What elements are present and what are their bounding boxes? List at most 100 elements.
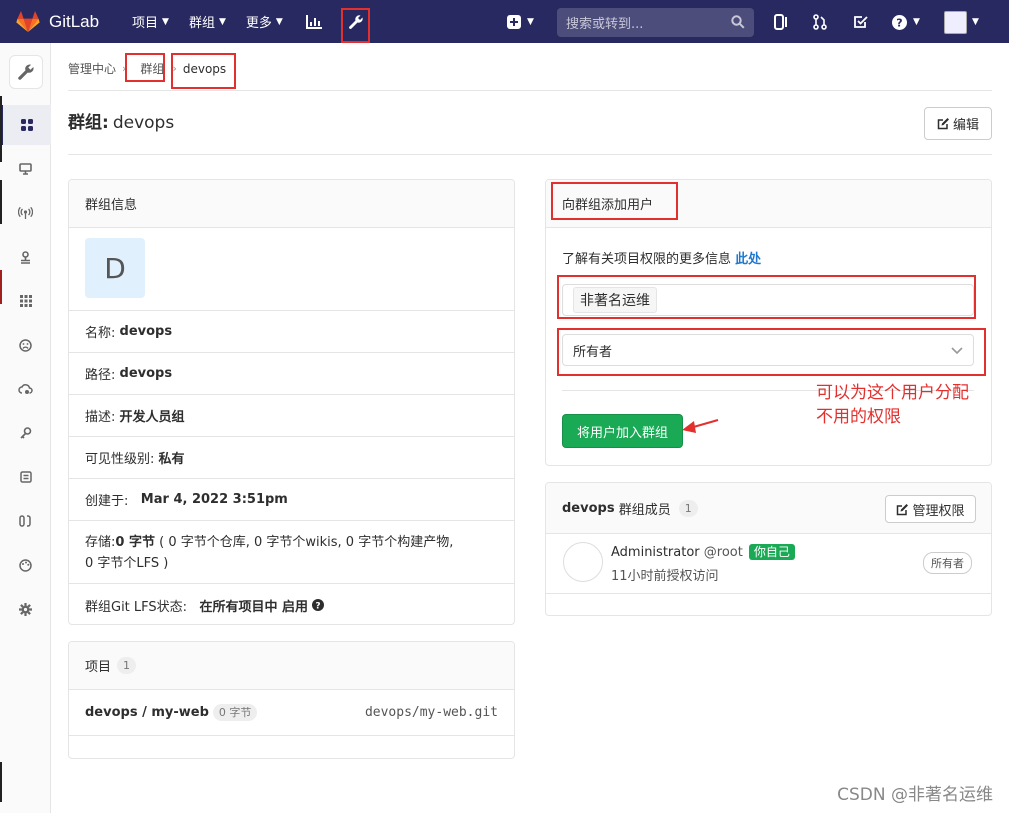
- member-username: @root: [703, 545, 743, 560]
- project-name[interactable]: devops / my-web: [85, 705, 209, 720]
- nav-more[interactable]: 更多 ▼: [246, 0, 283, 43]
- annotation-line-1: 可以为这个用户分配: [816, 383, 969, 403]
- user-select-input[interactable]: 非著名运维: [562, 284, 974, 316]
- sidebar-item-messages[interactable]: [0, 193, 51, 233]
- question-circle-icon[interactable]: ?: [311, 599, 324, 611]
- member-identity: Administrator @root 你自己: [611, 543, 795, 560]
- grid-icon: [21, 119, 33, 131]
- admin-wrench-icon[interactable]: [341, 7, 371, 37]
- member-avatar[interactable]: [563, 542, 603, 582]
- sidebar-admin-avatar[interactable]: [9, 55, 43, 89]
- app-name: GitLab: [49, 11, 100, 31]
- chevron-down-icon: ▼: [527, 17, 534, 27]
- activity-chart-icon[interactable]: [299, 7, 329, 37]
- sidebar-item-service-templates[interactable]: [0, 457, 51, 497]
- annotation-text: 可以为这个用户分配 不用的权限: [816, 381, 969, 429]
- breadcrumb-admin[interactable]: 管理中心: [68, 60, 116, 77]
- issues-icon[interactable]: [774, 7, 788, 37]
- members-count-badge: 1: [678, 499, 698, 517]
- question-circle-icon: ?: [892, 14, 907, 30]
- window-edge: [0, 96, 2, 162]
- breadcrumb-groups[interactable]: 群组: [140, 60, 164, 77]
- sidebar-item-overview[interactable]: [0, 105, 51, 145]
- user-menu-button[interactable]: ▼: [944, 7, 979, 37]
- desc-label: 描述:: [85, 410, 116, 425]
- manage-permissions-label: 管理权限: [912, 503, 965, 519]
- sidebar-item-deploy-keys[interactable]: [0, 413, 51, 453]
- window-edge: [0, 180, 2, 224]
- breadcrumb-current[interactable]: devops: [183, 62, 226, 76]
- watermark: CSDN @非著名运维: [837, 785, 993, 805]
- role-select[interactable]: 所有者: [562, 334, 974, 366]
- annotation-line-2: 不用的权限: [816, 407, 901, 427]
- window-edge: [0, 762, 2, 802]
- sidebar-item-monitoring[interactable]: [0, 149, 51, 189]
- path-value: devops: [119, 366, 173, 381]
- help-text: 了解有关项目权限的更多信息: [562, 252, 732, 267]
- edit-button[interactable]: 编辑: [924, 107, 992, 140]
- nav-projects[interactable]: 项目 ▼: [132, 0, 169, 43]
- gear-icon: [19, 602, 32, 616]
- group-name-row: 名称: devops: [69, 310, 514, 352]
- member-name[interactable]: Administrator: [611, 545, 700, 560]
- labels-icon: [19, 515, 31, 527]
- apps-grid-icon: [19, 295, 32, 307]
- projects-header-label: 项目: [85, 660, 112, 675]
- nav-groups[interactable]: 群组 ▼: [189, 0, 226, 43]
- search-input[interactable]: 搜索或转到...: [557, 8, 754, 37]
- monitor-icon: [19, 163, 32, 175]
- members-header-label: 群组成员: [618, 502, 671, 518]
- sidebar-item-abuse-reports[interactable]: [0, 325, 51, 365]
- gitlab-fox-icon: [16, 10, 40, 32]
- chevron-down-icon: ▼: [162, 16, 169, 27]
- projects-count-badge: 1: [117, 657, 137, 674]
- group-storage-row: 存储:0 字节 ( 0 字节个仓库, 0 字节个wikis, 0 字节个构建产物…: [69, 520, 514, 583]
- project-path: devops/my-web.git: [364, 705, 498, 720]
- add-user-submit-button[interactable]: 将用户加入群组: [562, 414, 683, 448]
- group-avatar: D: [85, 238, 145, 298]
- lfs-value: 在所有项目中 启用: [199, 599, 308, 615]
- breadcrumb: 管理中心 › 群组 › devops: [68, 60, 226, 77]
- visibility-label: 可见性级别:: [85, 452, 155, 467]
- selected-user-token[interactable]: 非著名运维: [573, 287, 657, 313]
- nav-groups-label: 群组: [188, 16, 215, 31]
- chevron-down-icon: ▼: [218, 16, 226, 27]
- storage-detail-lfs: 0 字节个LFS ): [85, 556, 169, 571]
- divider: [68, 154, 992, 155]
- members-group-name: devops: [562, 500, 615, 516]
- top-navbar: GitLab 项目 ▼ 群组 ▼ 更多 ▼ 搜索或转到... ▼ ? ▼ ▼: [0, 0, 1009, 43]
- gitlab-logo[interactable]: GitLab: [16, 10, 120, 33]
- sidebar-item-applications[interactable]: [0, 281, 51, 321]
- new-item-button[interactable]: ▼: [507, 7, 534, 37]
- sidebar-item-labels[interactable]: [0, 501, 51, 541]
- user-avatar: [944, 10, 967, 34]
- group-info-header: 群组信息: [69, 180, 514, 228]
- wrench-icon: [18, 64, 34, 80]
- projects-card: 项目 1 devops / my-web 0 字节 devops/my-web.gi…: [68, 641, 515, 759]
- manage-permissions-button[interactable]: 管理权限: [885, 495, 976, 523]
- todo-check-icon[interactable]: [853, 7, 868, 37]
- sidebar-item-appearance[interactable]: [0, 545, 51, 585]
- help-button[interactable]: ? ▼: [892, 7, 920, 37]
- chevron-down-icon: ▼: [972, 17, 979, 27]
- permissions-help: 了解有关项目权限的更多信息 此处: [562, 248, 761, 267]
- project-row[interactable]: devops / my-web 0 字节 devops/my-web.git: [69, 690, 514, 736]
- help-link[interactable]: 此处: [735, 252, 761, 267]
- members-card: devops 群组成员 1 管理权限 Administrator @root 你自己…: [545, 482, 992, 616]
- page-title-name: devops: [112, 113, 175, 133]
- storage-label: 存储:: [85, 535, 116, 550]
- sidebar-item-hooks[interactable]: [0, 237, 51, 277]
- name-value: devops: [119, 324, 173, 339]
- group-info-card: 群组信息 D 名称: devops 路径: devops 描述: 开发人员组 可…: [68, 179, 515, 625]
- page-title-prefix: 群组:: [68, 113, 109, 133]
- merge-request-icon[interactable]: [813, 7, 827, 37]
- annotation-arrow-icon: [682, 419, 719, 433]
- storage-detail: ( 0 字节个仓库, 0 字节个wikis, 0 字节个构建产物,: [159, 535, 454, 550]
- palette-icon: [19, 558, 32, 572]
- sidebar-item-settings[interactable]: [0, 589, 51, 629]
- nav-projects-label: 项目: [132, 16, 159, 31]
- sidebar-item-kubernetes[interactable]: [0, 369, 51, 409]
- projects-header: 项目 1: [69, 642, 514, 690]
- lfs-label: 群组Git LFS状态:: [85, 599, 188, 615]
- divider: [68, 90, 992, 91]
